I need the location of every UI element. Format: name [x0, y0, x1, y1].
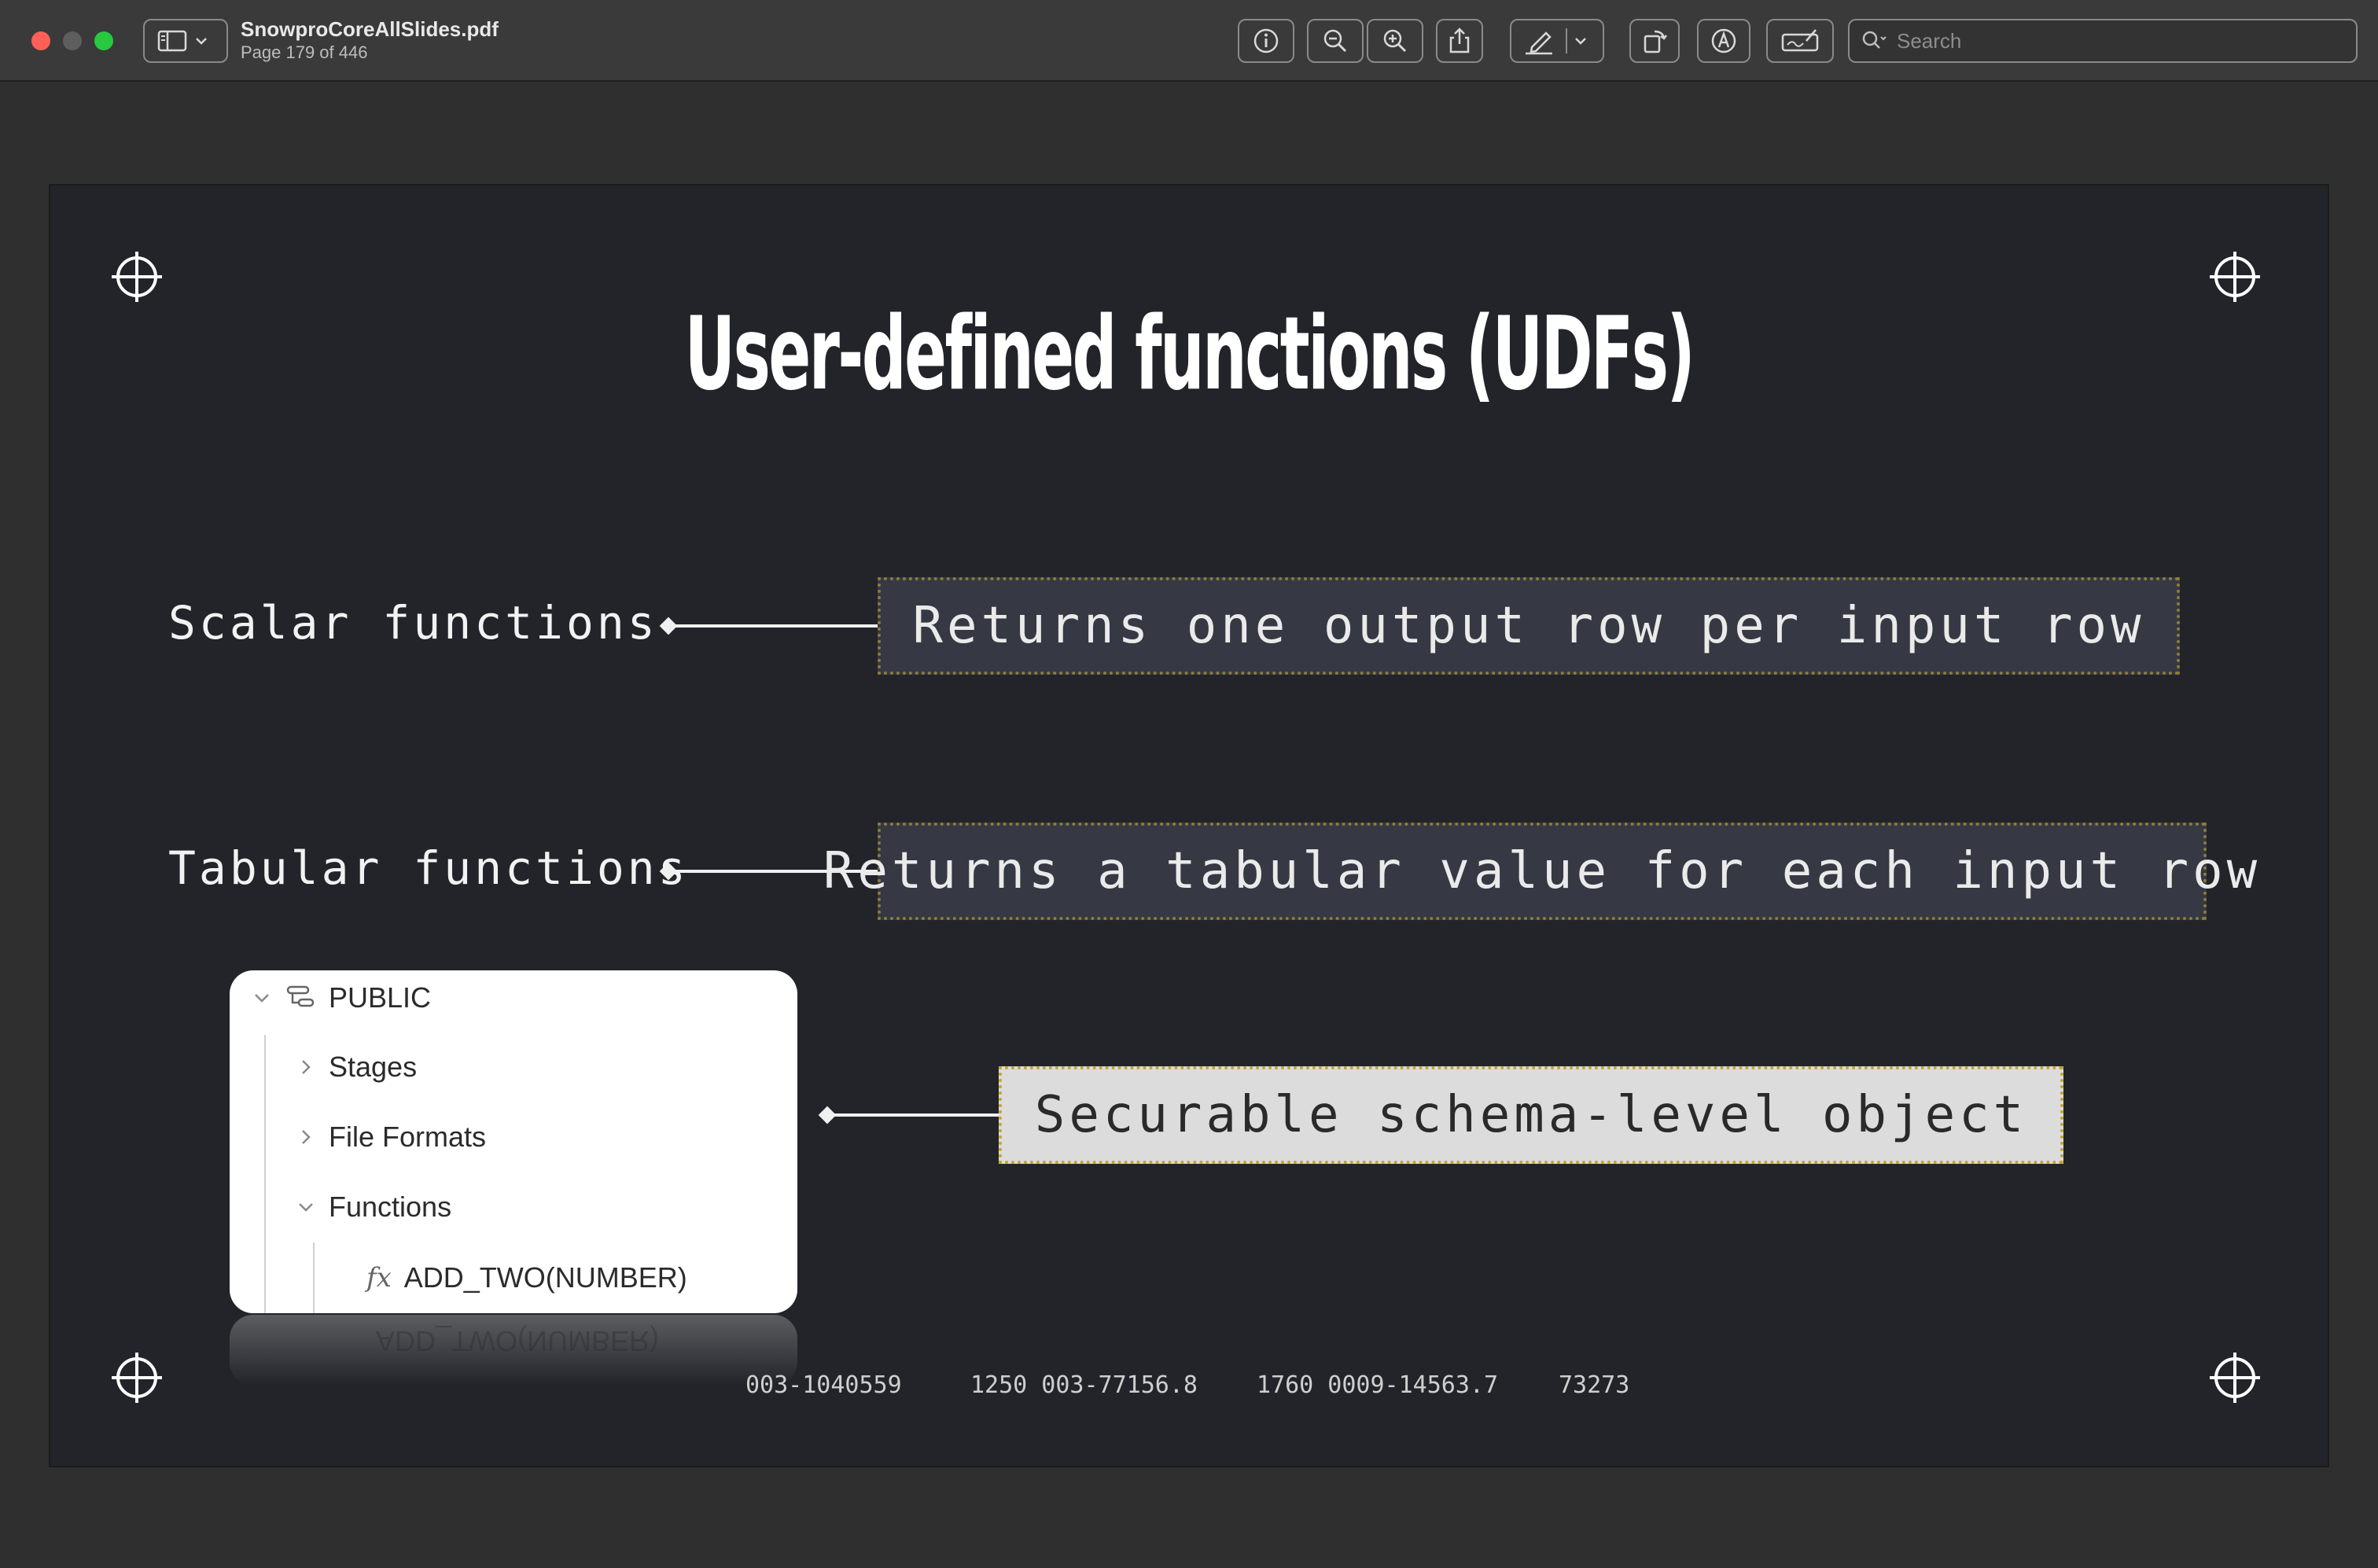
- rotate-icon: [1644, 30, 1667, 53]
- zoom-out-icon: [1323, 29, 1347, 53]
- tabular-description-box: Returns a tabular value for each input r…: [823, 823, 2257, 920]
- sidebar-toggle-button[interactable]: [143, 19, 228, 63]
- tabular-description: Returns a tabular value for each input r…: [823, 842, 2262, 900]
- chevron-down-icon: [299, 1203, 313, 1212]
- scalar-description-box: Returns one output row per input row: [878, 577, 2180, 675]
- tree-node-functions[interactable]: Functions: [296, 1191, 451, 1224]
- search-icon: [1862, 31, 1887, 49]
- schema-icon: [286, 985, 315, 1007]
- footer-code: 1250 003-77156.8: [970, 1371, 1198, 1399]
- rotate-button[interactable]: [1629, 19, 1680, 63]
- signature-button[interactable]: [1766, 19, 1834, 63]
- crosshair-icon: [112, 1353, 162, 1403]
- footer-code: 003-1040559: [745, 1371, 902, 1399]
- info-icon: [1253, 28, 1279, 53]
- search-placeholder: Search: [1897, 28, 1962, 53]
- markup-button[interactable]: [1510, 19, 1604, 63]
- function-icon: fx: [366, 1262, 392, 1294]
- chevron-right-icon: [302, 1060, 311, 1074]
- window-toolbar: SnowproCoreAllSlides.pdf Page 179 of 446: [0, 0, 2378, 82]
- highlight-button[interactable]: [1697, 19, 1750, 63]
- scalar-description: Returns one output row per input row: [912, 597, 2145, 655]
- markup-pen-icon: [1526, 28, 1586, 55]
- chevron-down-icon: [255, 994, 269, 1003]
- share-button[interactable]: [1436, 19, 1483, 63]
- tree-node-add-two[interactable]: fx ADD_TWO(NUMBER): [366, 1261, 687, 1294]
- zoom-window-button[interactable]: [94, 31, 113, 50]
- crosshair-icon: [2210, 1353, 2260, 1403]
- crosshair-icon: [112, 252, 162, 302]
- search-field[interactable]: Search: [1848, 19, 2358, 63]
- footer-code: 73273: [1559, 1371, 1630, 1399]
- tabular-functions-label: Tabular functions: [168, 841, 689, 895]
- scalar-functions-label: Scalar functions: [168, 596, 658, 650]
- sidebar-toggle-icon: [157, 30, 207, 52]
- crosshair-icon: [2210, 252, 2260, 302]
- zoom-out-button[interactable]: [1307, 19, 1364, 63]
- chevron-right-icon: [302, 1130, 311, 1144]
- tree-guide-line: [313, 1242, 315, 1313]
- tree-node-label: ADD_TWO(NUMBER): [403, 1261, 687, 1294]
- zoom-in-button[interactable]: [1367, 19, 1423, 63]
- schema-object-description: Securable schema-level object: [1034, 1086, 2028, 1144]
- tree-guide-line: [264, 1035, 266, 1313]
- page-status: Page 179 of 446: [241, 42, 368, 62]
- schema-object-box: Securable schema-level object: [999, 1066, 2063, 1164]
- slide-title: User-defined functions (UDFs): [684, 296, 1695, 413]
- schema-tree-card: PUBLIC Stages File Formats Functions fx …: [230, 970, 797, 1313]
- markup-circle-icon: [1711, 28, 1736, 53]
- share-icon: [1449, 28, 1470, 53]
- reflection-text: ADD_TWO(NUMBER): [376, 1325, 659, 1357]
- tree-node-file-formats[interactable]: File Formats: [296, 1121, 486, 1154]
- tree-card-reflection: ADD_TWO(NUMBER): [230, 1315, 797, 1386]
- signature-icon: [1781, 29, 1819, 52]
- pdf-page-slide: User-defined functions (UDFs) Scalar fun…: [50, 186, 2328, 1466]
- tree-node-label: Functions: [329, 1191, 452, 1223]
- info-button[interactable]: [1238, 19, 1294, 63]
- tree-node-stages[interactable]: Stages: [296, 1051, 417, 1084]
- tree-node-public-label: PUBLIC: [329, 981, 432, 1014]
- close-window-button[interactable]: [31, 31, 50, 50]
- minimize-window-button[interactable]: [63, 31, 82, 50]
- tree-node-label: File Formats: [329, 1121, 487, 1153]
- zoom-in-icon: [1383, 29, 1407, 53]
- tree-node-public[interactable]: PUBLIC: [252, 981, 431, 1014]
- tree-node-label: Stages: [329, 1051, 418, 1083]
- footer-code: 1760 0009-14563.7: [1257, 1371, 1499, 1399]
- document-title: SnowproCoreAllSlides.pdf: [241, 17, 499, 41]
